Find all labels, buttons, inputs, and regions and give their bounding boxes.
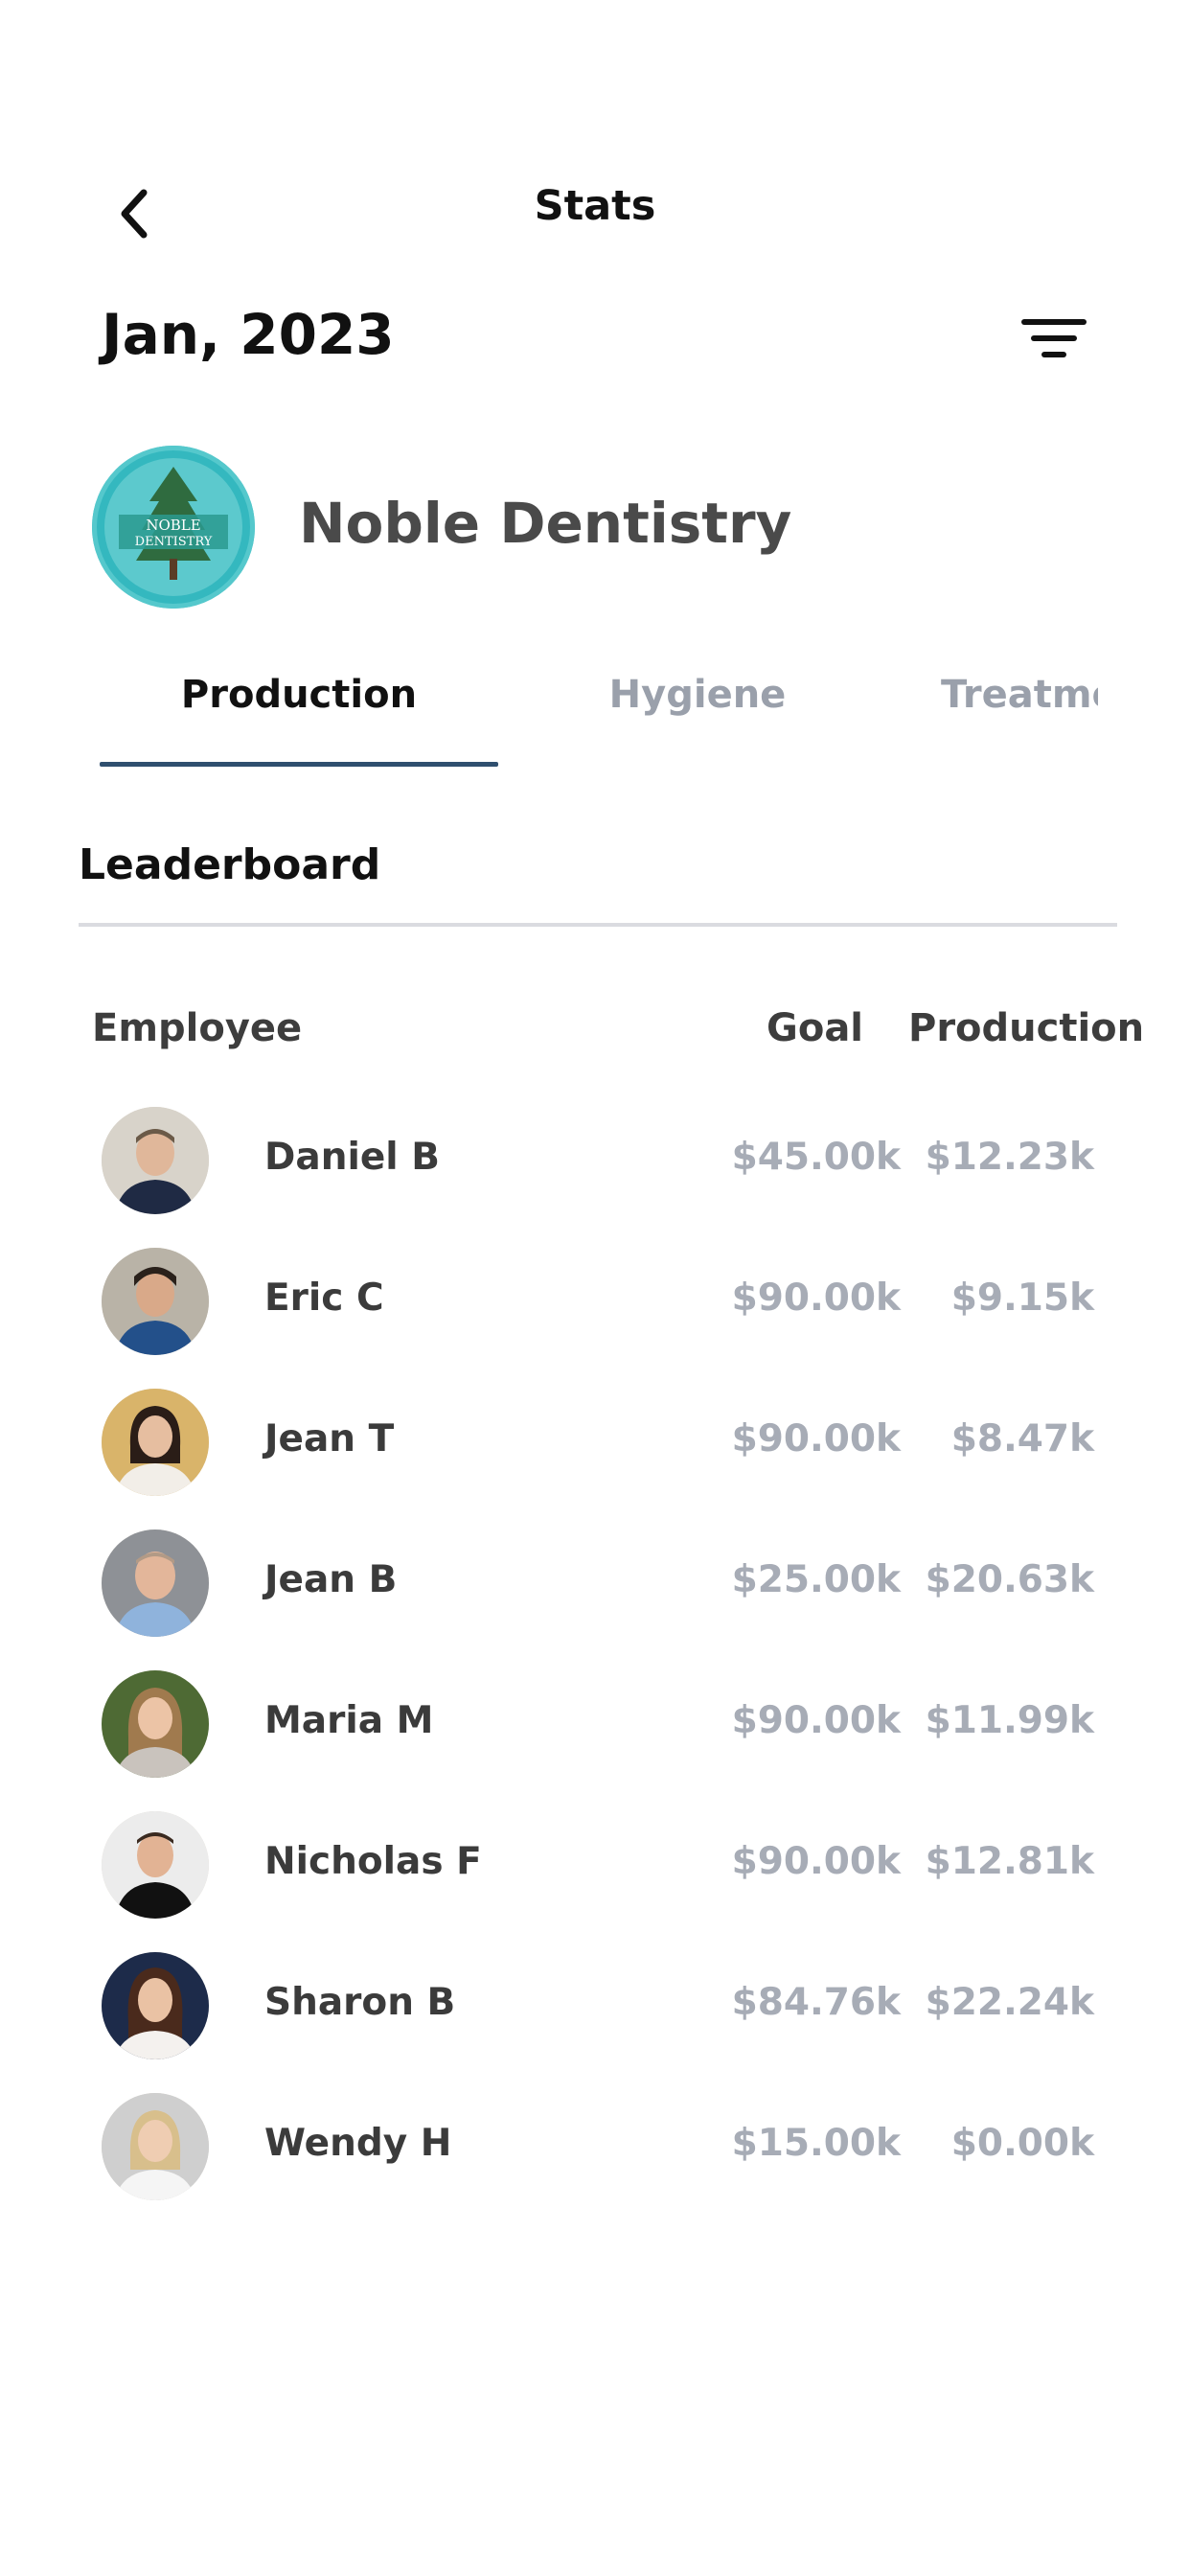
avatar xyxy=(102,1811,209,1919)
employee-name: Sharon B xyxy=(264,1981,456,2024)
tab-production[interactable]: Production xyxy=(100,673,498,717)
column-header-production[interactable]: Production xyxy=(908,1006,1144,1050)
employee-production: $12.23k xyxy=(925,1136,1094,1179)
practice-logo: NOBLE DENTISTRY xyxy=(92,446,255,609)
employee-name: Nicholas F xyxy=(264,1840,482,1883)
avatar xyxy=(102,2093,209,2200)
active-tab-indicator xyxy=(100,762,498,767)
employee-name: Daniel B xyxy=(264,1136,440,1179)
avatar xyxy=(102,1389,209,1496)
employee-goal: $15.00k xyxy=(731,2122,901,2165)
leaderboard-row[interactable]: Eric C $90.00k $9.15k xyxy=(0,1238,1190,1379)
employee-production: $11.99k xyxy=(925,1699,1094,1742)
employee-name: Maria M xyxy=(264,1699,434,1742)
leaderboard-row[interactable]: Jean B $25.00k $20.63k xyxy=(0,1520,1190,1661)
page-title: Stats xyxy=(534,182,656,230)
period-label[interactable]: Jan, 2023 xyxy=(102,302,395,367)
employee-goal: $90.00k xyxy=(731,1840,901,1883)
employee-production: $22.24k xyxy=(925,1981,1094,2024)
avatar xyxy=(102,1670,209,1778)
employee-goal: $90.00k xyxy=(731,1699,901,1742)
leaderboard-row[interactable]: Daniel B $45.00k $12.23k xyxy=(0,1097,1190,1238)
employee-goal: $25.00k xyxy=(731,1558,901,1601)
employee-goal: $45.00k xyxy=(731,1136,901,1179)
column-header-employee[interactable]: Employee xyxy=(92,1006,302,1050)
avatar xyxy=(102,1952,209,2059)
svg-text:DENTISTRY: DENTISTRY xyxy=(135,535,213,549)
avatar xyxy=(102,1248,209,1355)
leaderboard-row[interactable]: Sharon B $84.76k $22.24k xyxy=(0,1943,1190,2083)
employee-production: $8.47k xyxy=(950,1417,1094,1460)
employee-name: Jean T xyxy=(264,1417,395,1460)
employee-name: Jean B xyxy=(264,1558,398,1601)
leaderboard-row[interactable]: Maria M $90.00k $11.99k xyxy=(0,1661,1190,1802)
employee-production: $20.63k xyxy=(925,1558,1094,1601)
tab-hygiene[interactable]: Hygiene xyxy=(498,673,897,717)
employee-goal: $84.76k xyxy=(731,1981,901,2024)
employee-production: $0.00k xyxy=(950,2122,1094,2165)
employee-name: Wendy H xyxy=(264,2122,452,2165)
leaderboard-title: Leaderboard xyxy=(79,840,381,889)
tab-treatment[interactable]: Treatment xyxy=(941,673,1098,717)
column-header-goal[interactable]: Goal xyxy=(767,1006,863,1050)
stats-tabs: Production Hygiene Treatment xyxy=(0,661,1190,776)
divider xyxy=(79,923,1117,927)
leaderboard-row[interactable]: Wendy H $15.00k $0.00k xyxy=(0,2083,1190,2224)
avatar xyxy=(102,1107,209,1214)
leaderboard-list: Daniel B $45.00k $12.23k Eric C $90.00k … xyxy=(0,1097,1190,2224)
avatar xyxy=(102,1530,209,1637)
practice-name: Noble Dentistry xyxy=(299,491,792,556)
employee-goal: $90.00k xyxy=(731,1276,901,1320)
leaderboard-row[interactable]: Nicholas F $90.00k $12.81k xyxy=(0,1802,1190,1943)
filter-icon xyxy=(1021,319,1087,357)
svg-text:NOBLE: NOBLE xyxy=(146,517,200,534)
employee-production: $12.81k xyxy=(925,1840,1094,1883)
leaderboard-row[interactable]: Jean T $90.00k $8.47k xyxy=(0,1379,1190,1520)
employee-goal: $90.00k xyxy=(731,1417,901,1460)
employee-production: $9.15k xyxy=(950,1276,1094,1320)
employee-name: Eric C xyxy=(264,1276,384,1320)
filter-button[interactable] xyxy=(1016,305,1092,372)
